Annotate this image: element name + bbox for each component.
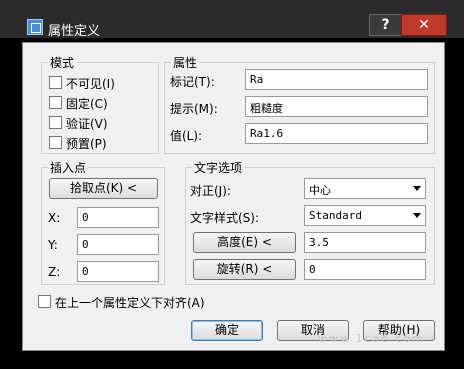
justify-value: 中心 [309,184,331,197]
help-title-button[interactable]: ? [369,14,402,36]
rotation-input[interactable]: 0 [304,259,426,280]
rotation-button[interactable]: 旋转(R) < [193,259,296,280]
prompt-input[interactable]: 粗糙度 [245,96,428,117]
preset-label: 预置(P) [66,137,107,151]
mode-group-title: 模式 [48,54,77,71]
prompt-label: 提示(M): [170,102,218,116]
x-input[interactable]: 0 [77,207,159,228]
y-input[interactable]: 0 [77,234,159,255]
tag-label: 标记(T): [170,75,215,89]
mode-group: 模式 不可见(I) 固定(C) 验证(V) 预置(P) [41,54,159,154]
pick-point-button[interactable]: 拾取点(K) < [49,178,158,199]
height-button[interactable]: 高度(E) < [193,232,296,253]
align-below-label: 在上一个属性定义下对齐(A) [55,296,205,310]
align-below-checkbox[interactable] [38,295,51,308]
text-style-value: Standard [309,209,362,222]
ok-button[interactable]: 确定 [191,320,263,341]
chevron-down-icon [413,213,421,218]
justify-select[interactable]: 中心 [304,178,426,199]
close-button[interactable]: ✕ [401,14,447,36]
chevron-down-icon [413,186,421,191]
text-style-select[interactable]: Standard [304,205,426,226]
insertion-point-title: 插入点 [48,159,89,176]
text-options-group: 文字选项 对正(J): 中心 文字样式(S): Standard 高度(E) <… [185,159,435,285]
constant-checkbox[interactable] [49,96,62,109]
attribute-group-title: 属性 [171,54,200,71]
insertion-point-group: 插入点 拾取点(K) < X: 0 Y: 0 Z: 0 [41,159,165,285]
watermark: www.1cae.com [318,332,426,345]
x-label: X: [48,211,61,225]
invisible-checkbox[interactable] [49,76,62,89]
attribute-group: 属性 标记(T): Ra 提示(M): 粗糙度 值(L): Ra1.6 [164,54,435,154]
text-style-label: 文字样式(S): [190,211,260,225]
default-value-label: 值(L): [170,129,203,143]
justify-label: 对正(J): [190,184,231,198]
window-title: 属性定义 [48,24,101,39]
constant-label: 固定(C) [66,97,108,111]
verify-label: 验证(V) [66,117,108,131]
app-icon [27,19,43,35]
preset-checkbox[interactable] [49,136,62,149]
default-value-input[interactable]: Ra1.6 [245,123,428,144]
height-input[interactable]: 3.5 [304,232,426,253]
verify-checkbox[interactable] [49,116,62,129]
invisible-label: 不可见(I) [66,77,115,91]
dialog-client: 模式 不可见(I) 固定(C) 验证(V) 预置(P) 属性 标记(T): Ra… [22,42,445,351]
y-label: Y: [48,238,58,252]
z-label: Z: [48,265,61,279]
z-input[interactable]: 0 [77,261,159,282]
text-options-title: 文字选项 [192,159,245,176]
tag-input[interactable]: Ra [245,69,428,90]
attribute-definition-dialog: 属性定义 ? ✕ 模式 不可见(I) 固定(C) 验证(V) 预置(P) 属性 … [0,0,464,369]
title-bar: 属性定义 ? ✕ [0,0,464,39]
